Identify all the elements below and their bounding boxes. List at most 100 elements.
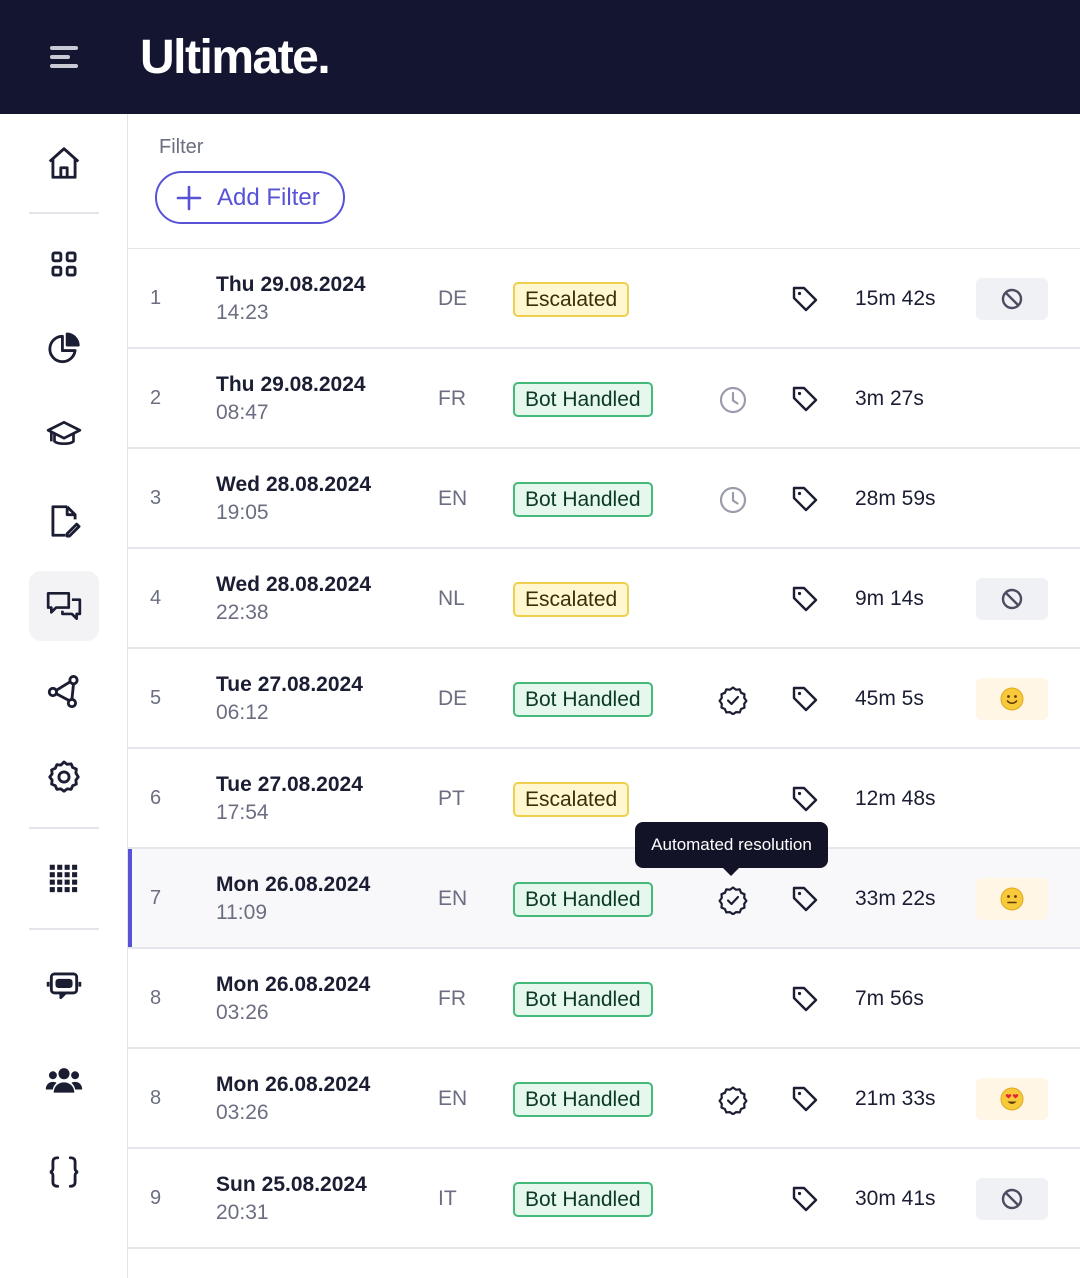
tag-icon[interactable]	[791, 385, 819, 413]
sidebar-item-apps[interactable]	[29, 844, 99, 914]
row-weekday: Thu	[216, 373, 255, 396]
conversation-row[interactable]: 9 Sun 25.08.2024 20:31 IT Bot Handled 30m 41s	[128, 1149, 1080, 1249]
feedback-badge[interactable]	[976, 878, 1048, 920]
feedback-badge[interactable]	[976, 1178, 1048, 1220]
tag-icon[interactable]	[791, 1085, 819, 1113]
conversation-list: 1 Thu 29.08.2024 14:23 DE Escalated 15m 42s 2 Th…	[128, 248, 1080, 1249]
row-date: 26.08.2024	[265, 1073, 371, 1096]
row-time: 06:12	[216, 701, 269, 724]
sidebar-divider	[29, 212, 99, 214]
row-date: 26.08.2024	[265, 973, 371, 996]
row-language: IT	[438, 1187, 457, 1210]
tag-icon[interactable]	[791, 485, 819, 513]
conversation-row[interactable]: 5 Tue 27.08.2024 06:12 DE Bot Handled 45m 5s	[128, 649, 1080, 749]
status-badge: Bot Handled	[513, 1082, 653, 1117]
tag-icon[interactable]	[791, 785, 819, 813]
row-datetime: Tue 27.08.2024	[216, 773, 363, 797]
no-feedback-icon	[1000, 1187, 1024, 1211]
tag-icon[interactable]	[791, 1185, 819, 1213]
check-badge-icon[interactable]	[718, 885, 748, 916]
conversation-row[interactable]: 3 Wed 28.08.2024 19:05 EN Bot Handled 28m 59s	[128, 449, 1080, 549]
bot-icon	[46, 972, 82, 1000]
sidebar-item-code[interactable]	[29, 1137, 99, 1207]
tag-icon[interactable]	[791, 285, 819, 313]
row-date: 28.08.2024	[265, 573, 372, 596]
status-badge: Bot Handled	[513, 682, 653, 717]
row-language: EN	[438, 1087, 468, 1110]
sidebar-item-analytics[interactable]	[29, 314, 99, 384]
check-badge-icon[interactable]	[718, 1085, 748, 1116]
row-datetime: Wed 28.08.2024	[216, 473, 371, 497]
row-language: EN	[438, 487, 468, 510]
feedback-badge[interactable]	[976, 678, 1048, 720]
settings-gear-icon	[48, 760, 80, 793]
conversation-row[interactable]: 4 Wed 28.08.2024 22:38 NL Escalated 9m 14s	[128, 549, 1080, 649]
sidebar-item-training[interactable]	[29, 400, 99, 470]
feedback-badge[interactable]	[976, 278, 1048, 320]
sidebar-item-edit[interactable]	[29, 486, 99, 556]
code-braces-icon	[49, 1156, 79, 1188]
hamburger-menu-icon[interactable]	[48, 40, 82, 74]
row-datetime: Wed 28.08.2024	[216, 573, 371, 597]
heart-eyes-emoji-icon	[1000, 1087, 1024, 1111]
feedback-badge[interactable]	[976, 578, 1048, 620]
row-time: 03:26	[216, 1001, 269, 1024]
row-datetime: Mon 26.08.2024	[216, 873, 370, 897]
clock-icon[interactable]	[718, 485, 748, 515]
conversation-row[interactable]: 2 Thu 29.08.2024 08:47 FR Bot Handled 3m 27s	[128, 349, 1080, 449]
integrations-icon	[47, 675, 79, 709]
add-filter-button[interactable]: Add Filter	[155, 171, 345, 224]
row-duration: 7m 56s	[855, 987, 924, 1010]
feedback-badge[interactable]	[976, 1078, 1048, 1120]
conversation-row[interactable]: 6 Tue 27.08.2024 17:54 PT Escalated 12m 48s	[128, 749, 1080, 849]
status-badge: Bot Handled	[513, 382, 653, 417]
conversation-row[interactable]: 8 Mon 26.08.2024 03:26 FR Bot Handled 7m 56s	[128, 949, 1080, 1049]
sidebar-item-team[interactable]	[29, 1045, 99, 1115]
tag-icon[interactable]	[791, 885, 819, 913]
conversation-row[interactable]: 8 Mon 26.08.2024 03:26 EN Bot Handled 21m 33s	[128, 1049, 1080, 1149]
row-datetime: Mon 26.08.2024	[216, 1073, 370, 1097]
conversation-row[interactable]: 1 Thu 29.08.2024 14:23 DE Escalated 15m 42s	[128, 249, 1080, 349]
tag-icon[interactable]	[791, 985, 819, 1013]
row-time: 08:47	[216, 401, 269, 424]
sidebar-item-bot[interactable]	[29, 950, 99, 1020]
row-date: 29.08.2024	[260, 373, 366, 396]
row-language: FR	[438, 387, 466, 410]
edit-document-icon	[51, 505, 81, 538]
row-language: PT	[438, 787, 465, 810]
sidebar-item-settings[interactable]	[29, 742, 99, 812]
row-duration: 3m 27s	[855, 387, 924, 410]
row-date: 28.08.2024	[265, 473, 372, 496]
row-number: 2	[150, 387, 162, 409]
training-cap-icon	[46, 420, 82, 446]
check-badge-icon[interactable]	[718, 685, 748, 716]
no-feedback-icon	[1000, 287, 1024, 311]
conversation-row[interactable]: 7 Mon 26.08.2024 11:09 EN Bot Handled 33m 22s	[128, 849, 1080, 949]
sidebar-item-conversations[interactable]	[29, 571, 99, 641]
analytics-pie-icon	[48, 332, 80, 364]
tag-icon[interactable]	[791, 685, 819, 713]
row-duration: 30m 41s	[855, 1187, 936, 1210]
row-number: 7	[150, 887, 162, 909]
top-header: Ultimate.	[0, 0, 1080, 114]
sidebar-item-integrations[interactable]	[29, 657, 99, 727]
row-time: 19:05	[216, 501, 269, 524]
row-weekday: Sun	[216, 1173, 256, 1196]
sidebar-item-home[interactable]	[29, 128, 99, 198]
row-time: 20:31	[216, 1201, 269, 1224]
clock-icon[interactable]	[718, 385, 748, 415]
no-feedback-icon	[1000, 587, 1024, 611]
row-language: DE	[438, 687, 468, 710]
sidebar-nav	[0, 114, 128, 1278]
status-badge: Escalated	[513, 782, 630, 817]
row-language: EN	[438, 887, 468, 910]
row-datetime: Tue 27.08.2024	[216, 673, 363, 697]
brand-logo[interactable]: Ultimate.	[140, 28, 331, 88]
sidebar-item-dashboard[interactable]	[29, 229, 99, 299]
row-duration: 21m 33s	[855, 1087, 936, 1110]
tag-icon[interactable]	[791, 585, 819, 613]
row-duration: 28m 59s	[855, 487, 936, 510]
home-icon	[48, 147, 80, 179]
sidebar-divider	[29, 827, 99, 829]
row-time: 11:09	[216, 901, 267, 924]
